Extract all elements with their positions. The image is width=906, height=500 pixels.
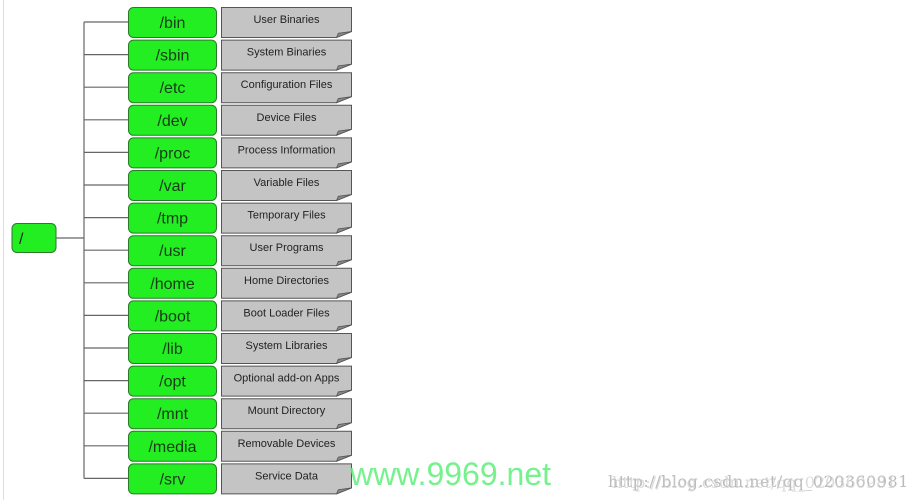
- directory-node: /bin User Binaries: [128, 7, 352, 39]
- directory-node: /mnt Mount Directory: [128, 398, 352, 430]
- directory-node: /dev Device Files: [128, 104, 352, 137]
- directory-node: /boot Boot Loader Files: [128, 300, 352, 332]
- directory-name: /home: [150, 276, 195, 293]
- directory-name: /sbin: [156, 48, 190, 65]
- directory-node: /sbin System Binaries: [128, 39, 352, 71]
- directory-node: /usr User Programs: [128, 235, 352, 267]
- directory-description: Temporary Files: [247, 210, 326, 222]
- directory-node: /opt Optional add-on Apps: [128, 365, 352, 397]
- directory-description: Variable Files: [254, 177, 320, 189]
- directory-name: /var: [159, 178, 186, 195]
- root-label: /: [19, 231, 24, 248]
- directory-description: System Libraries: [246, 340, 328, 352]
- directory-description: Home Directories: [244, 275, 329, 287]
- directory-name: /proc: [155, 145, 191, 162]
- directory-description: User Binaries: [253, 14, 320, 26]
- directory-name: /etc: [160, 80, 186, 97]
- directory-node: /media Removable Devices: [128, 430, 352, 463]
- directory-node: /lib System Libraries: [128, 333, 352, 365]
- directory-name: /boot: [155, 308, 191, 325]
- directory-node: /home Home Directories: [128, 267, 352, 300]
- directory-description: User Programs: [250, 242, 324, 254]
- directory-node: /proc Process Information: [128, 137, 352, 169]
- root-node: /: [11, 223, 57, 253]
- directory-name: /media: [148, 439, 196, 456]
- filesystem-tree-diagram: / /bin User Binaries/sbin System Binaries/e…: [3, 0, 352, 500]
- directory-node: /tmp Temporary Files: [128, 202, 352, 234]
- directory-name: /mnt: [157, 406, 189, 423]
- directory-description: Optional add-on Apps: [234, 373, 340, 385]
- watermark-url-ghost: http://blog.csdn.net/qq_020360981: [612, 473, 897, 492]
- directory-node: /etc Configuration Files: [128, 72, 352, 104]
- directory-name: /usr: [159, 243, 186, 260]
- directory-description: Service Data: [255, 470, 319, 482]
- directory-description: Configuration Files: [241, 79, 333, 91]
- directory-description: Mount Directory: [248, 405, 326, 417]
- directory-name: /bin: [160, 15, 186, 32]
- directory-description: Removable Devices: [238, 438, 336, 450]
- directory-name: /lib: [162, 341, 183, 358]
- directory-description: Device Files: [257, 112, 317, 124]
- directory-name: /tmp: [157, 211, 188, 228]
- watermark-site: www.9969.net: [350, 456, 552, 492]
- directory-name: /dev: [157, 113, 187, 130]
- directory-description: Process Information: [238, 144, 336, 156]
- directory-name: /srv: [160, 471, 186, 488]
- directory-description: System Binaries: [247, 47, 327, 59]
- directory-name: /opt: [159, 374, 186, 391]
- directory-description: Boot Loader Files: [243, 307, 330, 319]
- directory-node: /srv Service Data: [128, 463, 352, 495]
- directory-node: /var Variable Files: [128, 170, 352, 202]
